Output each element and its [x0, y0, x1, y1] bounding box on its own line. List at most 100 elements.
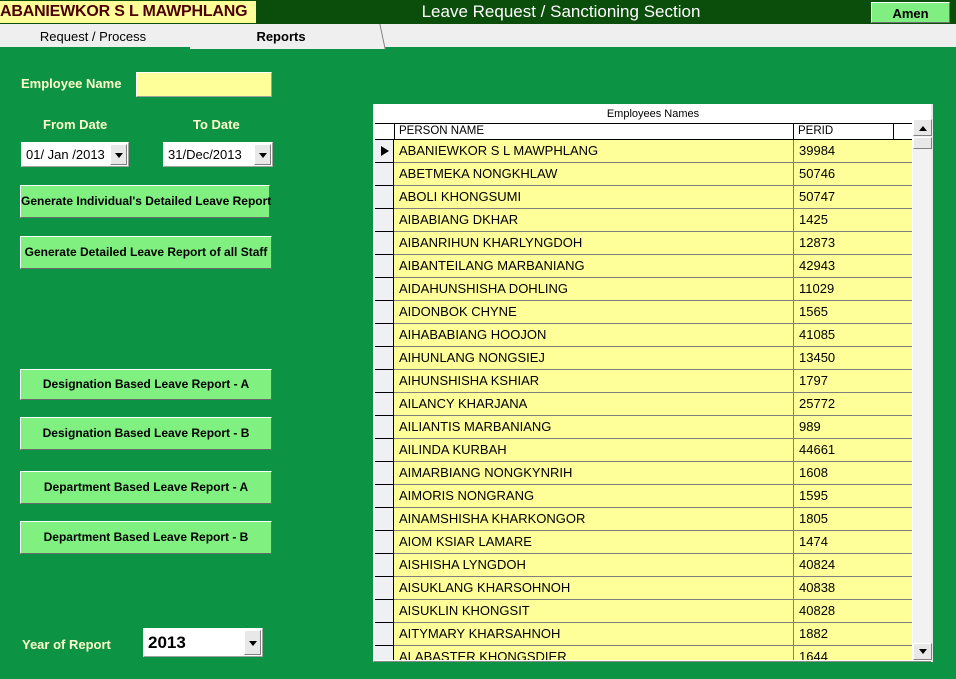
table-row[interactable]: AIOM KSIAR LAMARE 1474 — [375, 531, 913, 554]
row-selector-cell[interactable] — [375, 531, 394, 554]
table-row[interactable]: AIHUNSHISHA KSHIAR 1797 — [375, 370, 913, 393]
row-selector-cell[interactable] — [375, 554, 394, 577]
table-row[interactable]: AITYMARY KHARSAHNOH 1882 — [375, 623, 913, 646]
table-row[interactable]: AILIANTIS MARBANIANG 989 — [375, 416, 913, 439]
row-selector-cell[interactable] — [375, 508, 394, 531]
cell-person-name[interactable]: ABANIEWKOR S L MAWPHLANG — [394, 140, 794, 163]
cell-perid[interactable]: 40838 — [794, 577, 913, 600]
cell-person-name[interactable]: AIHUNSHISHA KSHIAR — [394, 370, 794, 393]
cell-perid[interactable]: 50747 — [794, 186, 913, 209]
table-row[interactable]: AIMORIS NONGRANG 1595 — [375, 485, 913, 508]
department-report-a-button[interactable]: Department Based Leave Report - A — [20, 471, 272, 504]
from-date-picker[interactable]: 01/ Jan /2013 — [21, 142, 129, 167]
cell-person-name[interactable]: AIBABIANG DKHAR — [394, 209, 794, 232]
tab-request-process[interactable]: Request / Process — [0, 24, 200, 49]
table-row[interactable]: AINAMSHISHA KHARKONGOR 1805 — [375, 508, 913, 531]
cell-perid[interactable]: 1805 — [794, 508, 913, 531]
row-selector-cell[interactable] — [375, 324, 394, 347]
row-selector-cell[interactable] — [375, 301, 394, 324]
table-row[interactable]: AILINDA KURBAH 44661 — [375, 439, 913, 462]
grid-body[interactable]: ABANIEWKOR S L MAWPHLANG 39984 ABETMEKA NO… — [375, 140, 913, 660]
cell-person-name[interactable]: AILIANTIS MARBANIANG — [394, 416, 794, 439]
row-selector-cell[interactable] — [375, 600, 394, 623]
table-row[interactable]: AISHISHA LYNGDOH 40824 — [375, 554, 913, 577]
row-selector-cell[interactable] — [375, 485, 394, 508]
cell-person-name[interactable]: AIBANTEILANG MARBANIANG — [394, 255, 794, 278]
row-selector-cell[interactable] — [375, 232, 394, 255]
cell-person-name[interactable]: AIBANRIHUN KHARLYNGDOH — [394, 232, 794, 255]
cell-perid[interactable]: 1474 — [794, 531, 913, 554]
cell-perid[interactable]: 1882 — [794, 623, 913, 646]
cell-person-name[interactable]: AITYMARY KHARSAHNOH — [394, 623, 794, 646]
row-selector-cell[interactable] — [375, 140, 394, 163]
cell-perid[interactable]: 1608 — [794, 462, 913, 485]
employee-name-input[interactable] — [136, 72, 272, 97]
grid-vertical-scrollbar[interactable] — [912, 119, 932, 660]
row-selector-cell[interactable] — [375, 577, 394, 600]
table-row[interactable]: AIHABABIANG HOOJON 41085 — [375, 324, 913, 347]
cell-person-name[interactable]: AIDONBOK CHYNE — [394, 301, 794, 324]
cell-perid[interactable]: 42943 — [794, 255, 913, 278]
row-selector-cell[interactable] — [375, 347, 394, 370]
row-selector-cell[interactable] — [375, 393, 394, 416]
grid-header-perid[interactable]: PERID — [794, 124, 894, 139]
table-row[interactable]: ALABASTER KHONGSDIER 1644 — [375, 646, 913, 660]
cell-person-name[interactable]: AIDAHUNSHISHA DOHLING — [394, 278, 794, 301]
tab-reports[interactable]: Reports — [190, 24, 386, 49]
cell-perid[interactable]: 1425 — [794, 209, 913, 232]
table-row[interactable]: ABETMEKA NONGKHLAW 50746 — [375, 163, 913, 186]
table-row[interactable]: AIBABIANG DKHAR 1425 — [375, 209, 913, 232]
chevron-down-icon[interactable] — [244, 630, 261, 655]
generate-individual-report-button[interactable]: Generate Individual's Detailed Leave Rep… — [20, 185, 271, 218]
cell-person-name[interactable]: ABOLI KHONGSUMI — [394, 186, 794, 209]
row-selector-cell[interactable] — [375, 255, 394, 278]
table-row[interactable]: AIBANTEILANG MARBANIANG 42943 — [375, 255, 913, 278]
cell-person-name[interactable]: ABETMEKA NONGKHLAW — [394, 163, 794, 186]
table-row[interactable]: AIMARBIANG NONGKYNRIH 1608 — [375, 462, 913, 485]
cell-perid[interactable]: 989 — [794, 416, 913, 439]
cell-perid[interactable]: 12873 — [794, 232, 913, 255]
cell-person-name[interactable]: AISHISHA LYNGDOH — [394, 554, 794, 577]
scroll-up-button[interactable] — [913, 119, 932, 136]
year-of-report-select[interactable]: 2013 — [143, 628, 263, 657]
designation-report-a-button[interactable]: Designation Based Leave Report - A — [20, 369, 272, 400]
row-selector-cell[interactable] — [375, 439, 394, 462]
cell-perid[interactable]: 41085 — [794, 324, 913, 347]
cell-person-name[interactable]: AILANCY KHARJANA — [394, 393, 794, 416]
cell-person-name[interactable]: ALABASTER KHONGSDIER — [394, 646, 794, 660]
table-row[interactable]: AISUKLANG KHARSOHNOH 40838 — [375, 577, 913, 600]
row-selector-cell[interactable] — [375, 186, 394, 209]
cell-person-name[interactable]: AILINDA KURBAH — [394, 439, 794, 462]
cell-perid[interactable]: 25772 — [794, 393, 913, 416]
amend-button[interactable]: Amen — [871, 2, 950, 23]
cell-perid[interactable]: 39984 — [794, 140, 913, 163]
cell-perid[interactable]: 11029 — [794, 278, 913, 301]
cell-person-name[interactable]: AIMORIS NONGRANG — [394, 485, 794, 508]
grid-header-person-name[interactable]: PERSON NAME — [395, 124, 794, 139]
cell-perid[interactable]: 44661 — [794, 439, 913, 462]
chevron-down-icon[interactable] — [254, 144, 271, 165]
cell-person-name[interactable]: AIHABABIANG HOOJON — [394, 324, 794, 347]
cell-person-name[interactable]: AISUKLIN KHONGSIT — [394, 600, 794, 623]
cell-perid[interactable]: 40824 — [794, 554, 913, 577]
cell-perid[interactable]: 1565 — [794, 301, 913, 324]
row-selector-cell[interactable] — [375, 370, 394, 393]
scrollbar-thumb[interactable] — [913, 137, 932, 149]
cell-perid[interactable]: 1644 — [794, 646, 913, 660]
to-date-picker[interactable]: 31/Dec/2013 — [163, 142, 273, 167]
department-report-b-button[interactable]: Department Based Leave Report - B — [20, 521, 272, 554]
row-selector-cell[interactable] — [375, 416, 394, 439]
table-row[interactable]: AIHUNLANG NONGSIEJ 13450 — [375, 347, 913, 370]
row-selector-cell[interactable] — [375, 163, 394, 186]
table-row[interactable]: AILANCY KHARJANA 25772 — [375, 393, 913, 416]
cell-person-name[interactable]: AINAMSHISHA KHARKONGOR — [394, 508, 794, 531]
designation-report-b-button[interactable]: Designation Based Leave Report - B — [20, 417, 272, 450]
cell-perid[interactable]: 40828 — [794, 600, 913, 623]
cell-person-name[interactable]: AIHUNLANG NONGSIEJ — [394, 347, 794, 370]
cell-perid[interactable]: 13450 — [794, 347, 913, 370]
row-selector-cell[interactable] — [375, 209, 394, 232]
table-row[interactable]: AIBANRIHUN KHARLYNGDOH 12873 — [375, 232, 913, 255]
row-selector-cell[interactable] — [375, 278, 394, 301]
cell-perid[interactable]: 1797 — [794, 370, 913, 393]
row-selector-cell[interactable] — [375, 646, 394, 660]
